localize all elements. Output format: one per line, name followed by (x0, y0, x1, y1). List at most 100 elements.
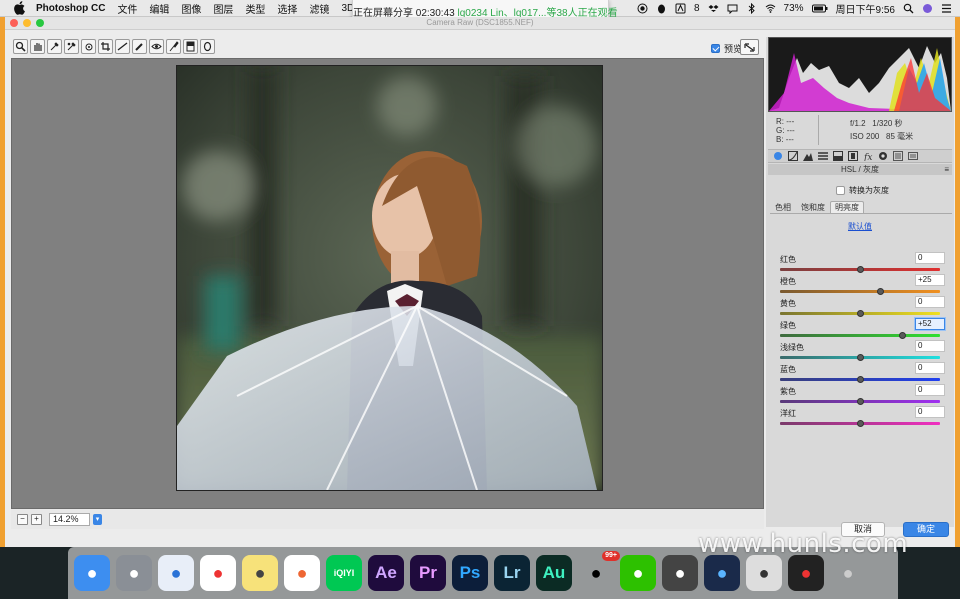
red-eye-tool[interactable] (149, 39, 164, 54)
title-bar[interactable]: Camera Raw (DSC1855.NEF) (5, 17, 955, 30)
screenshot-app-icon[interactable]: ● (662, 555, 698, 591)
dock-app-glyph: ● (128, 562, 140, 583)
quicktime-icon[interactable]: ● (704, 555, 740, 591)
lightroom-icon[interactable]: Lr (494, 555, 530, 591)
launchpad-icon[interactable]: ● (116, 555, 152, 591)
qq-icon[interactable]: ● 99+ (578, 551, 620, 591)
photoshop-icon[interactable]: Ps (452, 555, 488, 591)
wifi-icon[interactable] (765, 3, 776, 14)
tab-camera-calibration[interactable] (877, 151, 888, 162)
preview-icon[interactable]: ● (746, 555, 782, 591)
trash-icon[interactable]: ● (830, 555, 866, 591)
tab-hsl[interactable] (817, 151, 828, 162)
hand-tool[interactable] (30, 39, 45, 54)
zoom-tool[interactable] (13, 39, 28, 54)
tab-effects[interactable]: fx (862, 151, 873, 162)
crop-tool[interactable] (98, 39, 113, 54)
convert-grayscale-toggle[interactable]: 转换为灰度 (836, 185, 889, 196)
panel-menu-icon[interactable]: ≡ (944, 164, 949, 175)
spot-removal-tool[interactable] (132, 39, 147, 54)
bluetooth-icon[interactable] (746, 2, 757, 14)
ok-button[interactable]: 确定 (903, 522, 949, 537)
slider-thumb[interactable] (857, 398, 864, 405)
slider-value-field[interactable]: 0 (915, 406, 945, 418)
preview-toggle[interactable]: 预览 (711, 42, 742, 55)
tab-lens[interactable] (847, 151, 858, 162)
preview-checkbox[interactable] (711, 44, 720, 53)
convert-grayscale-checkbox[interactable] (836, 186, 845, 195)
safari-icon[interactable]: ● (158, 555, 194, 591)
menu-file[interactable]: 文件 (117, 1, 137, 16)
slider-value-field[interactable]: 0 (915, 252, 945, 264)
adjustment-brush-tool[interactable] (166, 39, 181, 54)
slider-value-field[interactable]: +25 (915, 274, 945, 286)
slider-track[interactable] (780, 334, 940, 337)
after-effects-icon[interactable]: Ae (368, 555, 404, 591)
wechat-icon[interactable]: ● (620, 555, 656, 591)
slider-value-field[interactable]: 0 (915, 362, 945, 374)
menu-layer[interactable]: 图层 (213, 1, 233, 16)
photos-icon[interactable]: ● (284, 555, 320, 591)
tab-detail[interactable] (802, 151, 813, 162)
menu-filter[interactable]: 滤镜 (309, 1, 329, 16)
tab-tone-curve[interactable] (787, 151, 798, 162)
preview-canvas[interactable] (11, 58, 764, 509)
slider-thumb[interactable] (857, 420, 864, 427)
zoom-dropdown-icon[interactable]: ▾ (93, 513, 102, 525)
color-sampler-tool[interactable] (64, 39, 79, 54)
slider-thumb[interactable] (877, 288, 884, 295)
menubar-clock[interactable]: 周日下午9:56 (836, 1, 895, 16)
notes-icon[interactable]: ● (242, 555, 278, 591)
messages-icon[interactable] (727, 3, 738, 14)
zoom-out-button[interactable]: − (17, 513, 28, 525)
battery-icon[interactable] (811, 3, 828, 14)
slider-thumb[interactable] (857, 266, 864, 273)
audition-icon[interactable]: Au (536, 555, 572, 591)
zoom-in-button[interactable]: + (31, 513, 42, 525)
tab-presets[interactable] (892, 151, 903, 162)
iqiyi-icon[interactable]: iQIYI (326, 555, 362, 591)
spotlight-search-icon[interactable] (903, 3, 914, 14)
slider-value-field[interactable]: 0 (915, 296, 945, 308)
slider-value-field[interactable]: 0 (915, 340, 945, 352)
default-link[interactable]: 默认值 (766, 221, 954, 232)
radial-filter-tool[interactable] (200, 39, 215, 54)
tab-saturation[interactable]: 饱和度 (796, 201, 830, 213)
target-adjust-tool[interactable] (81, 39, 96, 54)
slider-value-field[interactable]: 0 (915, 384, 945, 396)
menu-image[interactable]: 图像 (181, 1, 201, 16)
menu-select[interactable]: 选择 (277, 1, 297, 16)
slider-thumb[interactable] (857, 376, 864, 383)
slider-value-field[interactable]: +52 (915, 318, 945, 330)
menu-type[interactable]: 类型 (245, 1, 265, 16)
slider-thumb[interactable] (857, 354, 864, 361)
straighten-tool[interactable] (115, 39, 130, 54)
premiere-icon[interactable]: Pr (410, 555, 446, 591)
app-menu-photoshop[interactable]: Photoshop CC (36, 3, 105, 14)
fullscreen-button[interactable] (740, 39, 759, 55)
white-balance-tool[interactable] (47, 39, 62, 54)
photo-booth-icon[interactable]: ● (788, 555, 824, 591)
slider-track[interactable] (780, 290, 940, 293)
qq-tray-icon[interactable] (656, 3, 667, 14)
slider-thumb[interactable] (857, 310, 864, 317)
reminders-icon[interactable]: ● (200, 555, 236, 591)
tab-basic[interactable] (772, 151, 783, 162)
dropbox-icon[interactable] (708, 3, 719, 14)
preview-image[interactable] (176, 65, 603, 491)
tab-snapshots[interactable] (907, 151, 918, 162)
notification-center-icon[interactable] (941, 3, 952, 14)
siri-icon[interactable] (922, 3, 933, 14)
menu-edit[interactable]: 编辑 (149, 1, 169, 16)
tab-split-toning[interactable] (832, 151, 843, 162)
tab-luminance[interactable]: 明亮度 (830, 201, 864, 213)
tab-hue[interactable]: 色相 (770, 201, 796, 213)
finder-icon[interactable]: ● (74, 555, 110, 591)
slider-thumb[interactable] (898, 332, 906, 339)
ime-indicator[interactable]: 8 (694, 3, 700, 14)
record-icon[interactable] (637, 3, 648, 14)
apple-icon[interactable] (12, 1, 26, 15)
graduated-filter-tool[interactable] (183, 39, 198, 54)
adobe-tray-icon[interactable] (675, 3, 686, 14)
zoom-level-field[interactable]: 14.2% (49, 512, 90, 526)
